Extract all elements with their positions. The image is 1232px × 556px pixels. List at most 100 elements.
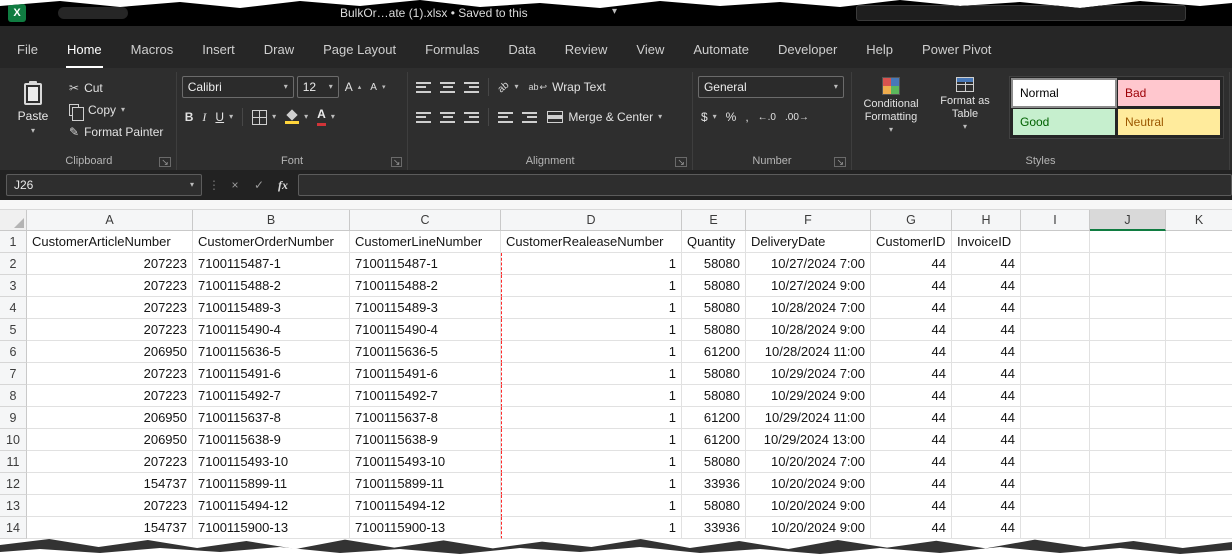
underline-button[interactable]: U ▾ <box>212 107 236 127</box>
cell[interactable]: 7100115491-6 <box>193 363 350 385</box>
cell[interactable]: CustomerArticleNumber <box>27 231 193 253</box>
cell[interactable]: 58080 <box>682 451 746 473</box>
cell[interactable]: 7100115493-10 <box>350 451 501 473</box>
increase-font-size-button[interactable]: A▴ <box>342 77 365 97</box>
column-header-G[interactable]: G <box>871 210 952 231</box>
cell[interactable]: 1 <box>501 495 682 517</box>
cell[interactable] <box>1166 231 1232 253</box>
column-header-E[interactable]: E <box>682 210 746 231</box>
cell[interactable] <box>1021 495 1090 517</box>
cell[interactable]: 44 <box>952 517 1021 539</box>
cell-style-good[interactable]: Good <box>1013 109 1115 135</box>
formula-input[interactable] <box>298 174 1232 196</box>
cell[interactable]: 58080 <box>682 363 746 385</box>
conditional-formatting-button[interactable]: Conditional Formatting ▾ <box>857 74 925 134</box>
cell[interactable]: 44 <box>952 495 1021 517</box>
cell[interactable]: 7100115494-12 <box>193 495 350 517</box>
cell-style-bad[interactable]: Bad <box>1118 80 1220 106</box>
cell[interactable]: 7100115492-7 <box>193 385 350 407</box>
cell[interactable] <box>1021 363 1090 385</box>
menu-tab-power-pivot[interactable]: Power Pivot <box>921 42 992 68</box>
menu-tab-macros[interactable]: Macros <box>130 42 175 68</box>
increase-decimal-button[interactable]: ←.0 <box>755 107 779 127</box>
cell[interactable]: 154737 <box>27 517 193 539</box>
cell[interactable]: 10/27/2024 7:00 <box>746 253 871 275</box>
cell[interactable]: 10/29/2024 11:00 <box>746 407 871 429</box>
name-box[interactable]: J26 ▾ <box>6 174 202 196</box>
cell[interactable]: 207223 <box>27 297 193 319</box>
cell[interactable]: 33936 <box>682 517 746 539</box>
cell[interactable]: 58080 <box>682 495 746 517</box>
cell[interactable] <box>1021 319 1090 341</box>
cell[interactable] <box>1166 429 1232 451</box>
cell[interactable] <box>1090 231 1166 253</box>
decrease-decimal-button[interactable]: .00→ <box>782 107 812 127</box>
excel-icon[interactable]: X <box>8 4 26 22</box>
cell[interactable] <box>1166 319 1232 341</box>
cell[interactable]: 7100115487-1 <box>193 253 350 275</box>
cell[interactable] <box>1090 319 1166 341</box>
merge-center-button[interactable]: Merge & Center ▾ <box>543 107 666 127</box>
dialog-launcher-icon[interactable]: ↘ <box>675 157 687 167</box>
cell[interactable]: 44 <box>952 451 1021 473</box>
chevron-down-icon[interactable]: ▾ <box>612 6 617 17</box>
cell[interactable] <box>1090 385 1166 407</box>
cell[interactable]: 10/20/2024 7:00 <box>746 451 871 473</box>
cell[interactable]: 7100115900-13 <box>193 517 350 539</box>
cell[interactable]: 207223 <box>27 495 193 517</box>
column-header-J[interactable]: J <box>1090 210 1166 231</box>
middle-align-button[interactable] <box>437 77 458 97</box>
number-format-select[interactable]: General ▾ <box>698 76 844 98</box>
cell[interactable] <box>1090 473 1166 495</box>
cell[interactable]: 7100115636-5 <box>350 341 501 363</box>
cell[interactable] <box>1166 363 1232 385</box>
cell[interactable]: 7100115493-10 <box>193 451 350 473</box>
cell[interactable] <box>1090 451 1166 473</box>
borders-button[interactable]: ▾ <box>249 107 279 127</box>
row-header-13[interactable]: 13 <box>0 495 27 517</box>
row-header-10[interactable]: 10 <box>0 429 27 451</box>
menu-tab-data[interactable]: Data <box>507 42 536 68</box>
cell[interactable]: 10/20/2024 9:00 <box>746 495 871 517</box>
align-center-button[interactable] <box>437 107 458 127</box>
cell[interactable]: 61200 <box>682 341 746 363</box>
cell-style-neutral[interactable]: Neutral <box>1118 109 1220 135</box>
cell[interactable]: 10/29/2024 9:00 <box>746 385 871 407</box>
cell[interactable]: 7100115489-3 <box>350 297 501 319</box>
cell[interactable]: CustomerLineNumber <box>350 231 501 253</box>
cell[interactable]: 7100115491-6 <box>350 363 501 385</box>
cell[interactable]: 207223 <box>27 275 193 297</box>
cell[interactable]: 7100115899-11 <box>193 473 350 495</box>
cell[interactable]: 61200 <box>682 407 746 429</box>
cell[interactable]: 58080 <box>682 253 746 275</box>
font-name-select[interactable]: Calibri ▾ <box>182 76 294 98</box>
cell[interactable]: InvoiceID <box>952 231 1021 253</box>
cell[interactable]: 206950 <box>27 407 193 429</box>
cell[interactable]: 44 <box>871 275 952 297</box>
cell[interactable]: 44 <box>871 451 952 473</box>
row-header-2[interactable]: 2 <box>0 253 27 275</box>
cell[interactable]: 207223 <box>27 319 193 341</box>
cell[interactable]: 44 <box>952 429 1021 451</box>
accounting-format-button[interactable]: $ ▾ <box>698 107 720 127</box>
cell[interactable]: 1 <box>501 473 682 495</box>
cell[interactable] <box>1090 297 1166 319</box>
row-header-1[interactable]: 1 <box>0 231 27 253</box>
column-header-D[interactable]: D <box>501 210 682 231</box>
column-header-B[interactable]: B <box>193 210 350 231</box>
menu-tab-home[interactable]: Home <box>66 42 103 68</box>
cell[interactable]: 44 <box>952 253 1021 275</box>
cell[interactable]: 10/28/2024 9:00 <box>746 319 871 341</box>
cell[interactable]: 7100115490-4 <box>350 319 501 341</box>
bold-button[interactable]: B <box>182 107 197 127</box>
cell[interactable]: DeliveryDate <box>746 231 871 253</box>
cell[interactable] <box>1166 495 1232 517</box>
cell[interactable] <box>1166 451 1232 473</box>
font-size-select[interactable]: 12 ▾ <box>297 76 339 98</box>
row-header-8[interactable]: 8 <box>0 385 27 407</box>
cell[interactable]: 1 <box>501 429 682 451</box>
cell[interactable]: Quantity <box>682 231 746 253</box>
italic-button[interactable]: I <box>199 107 209 127</box>
cell[interactable]: 7100115638-9 <box>350 429 501 451</box>
menu-tab-formulas[interactable]: Formulas <box>424 42 480 68</box>
